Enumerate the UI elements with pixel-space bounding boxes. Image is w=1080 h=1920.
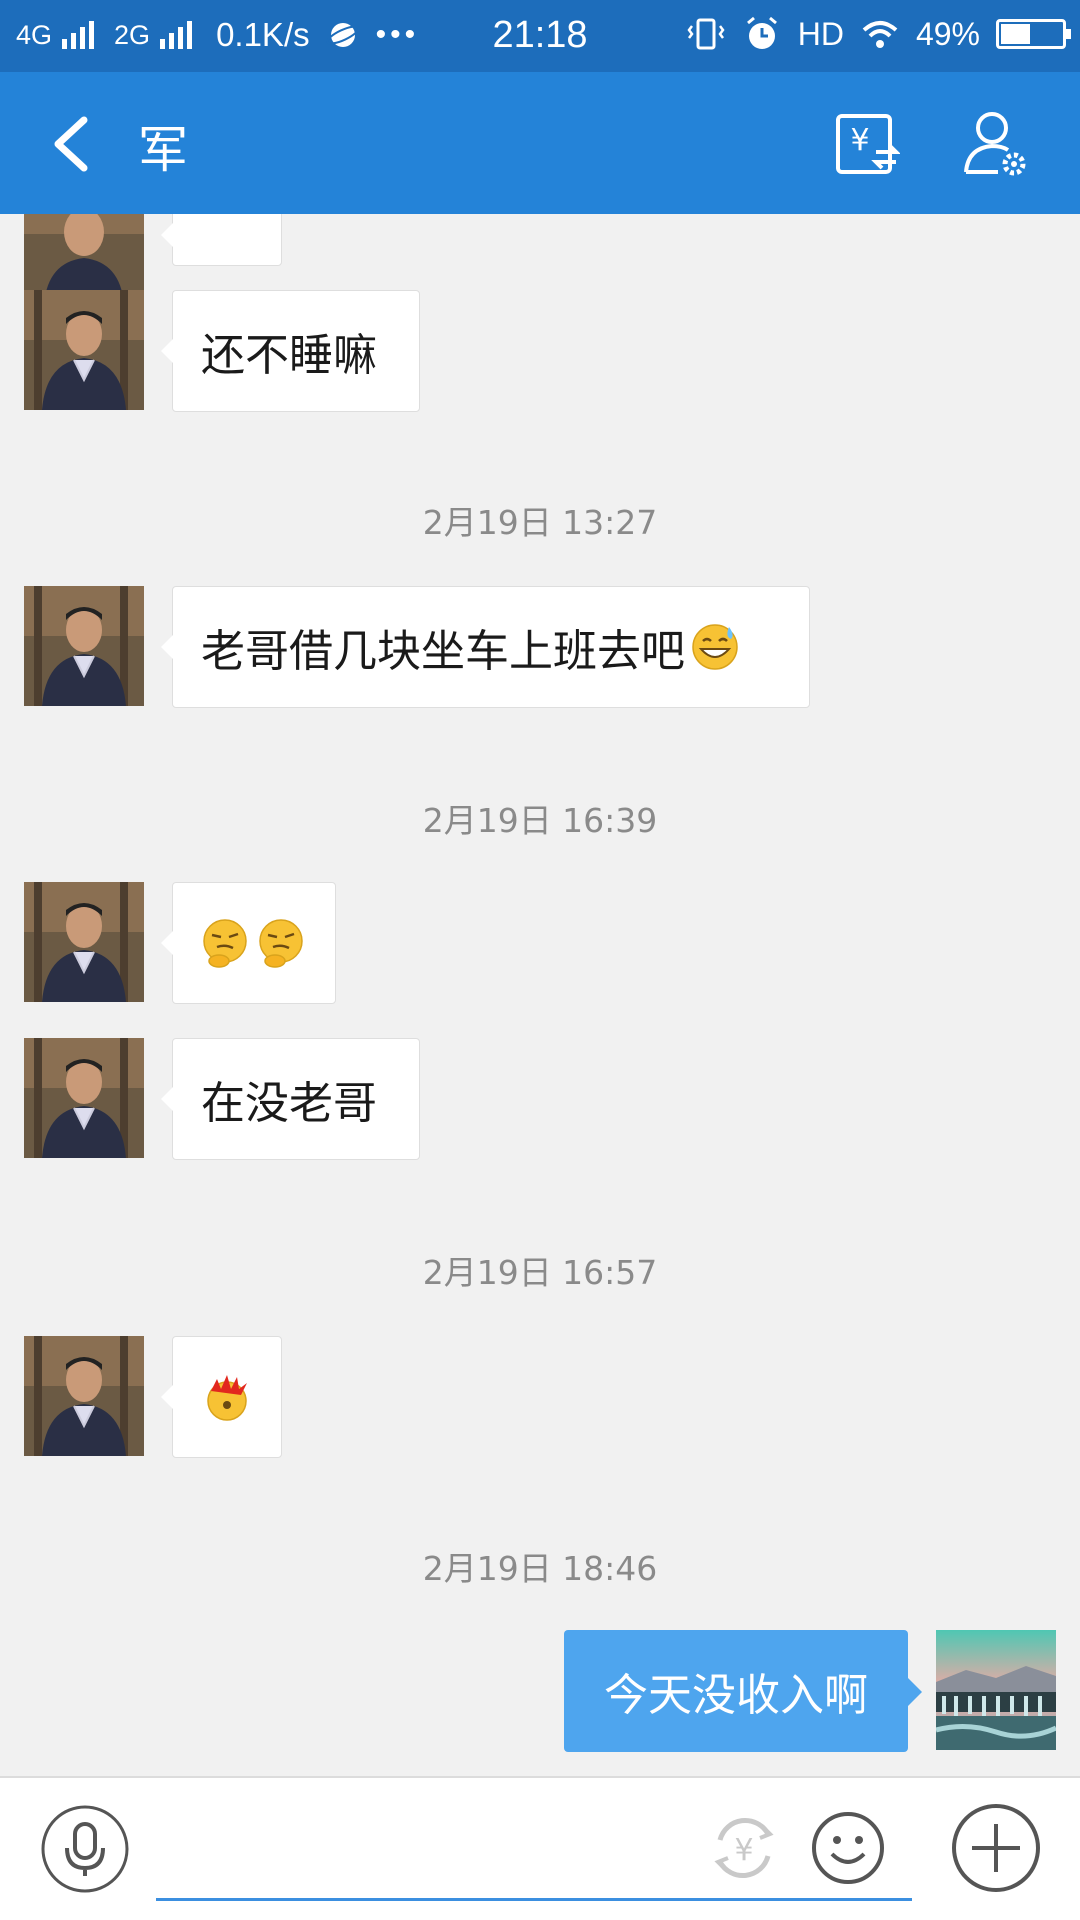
timestamp: 2月19日 18:46 <box>422 1549 658 1588</box>
timestamp: 2月19日 16:39 <box>422 801 658 840</box>
message-bubble[interactable]: 在没老哥 <box>161 1038 420 1160</box>
contact-avatar[interactable] <box>24 586 144 706</box>
outgoing-message-bubble[interactable]: 今天没收入啊 <box>564 1630 922 1752</box>
yuan-transfer-icon[interactable]: ¥ <box>832 110 900 178</box>
contact-avatar[interactable] <box>24 1038 144 1158</box>
message-bubble[interactable] <box>161 882 336 1004</box>
battery-fill <box>1001 24 1030 44</box>
contact-avatar[interactable] <box>24 1336 144 1456</box>
message-bubble[interactable] <box>161 214 282 266</box>
exploding-head-emoji-icon <box>207 1375 247 1421</box>
status-bar: 4G 2G 0.1K/s ••• 21:18 HD 49% <box>0 0 1080 72</box>
status-right: HD 49% <box>686 14 1071 54</box>
wifi-icon <box>862 21 898 48</box>
hd-label: HD <box>797 15 844 52</box>
message-text: 在没老哥 <box>201 1078 377 1129</box>
message-bubble[interactable]: 还不睡嘛 <box>161 290 420 412</box>
message-text: 老哥借几块坐车上班去吧 <box>201 626 685 677</box>
svg-text:¥: ¥ <box>850 123 869 158</box>
input-underline <box>156 1898 912 1901</box>
contact-name: 军 <box>138 121 188 179</box>
user-settings-icon[interactable] <box>962 108 1030 178</box>
microphone-icon[interactable] <box>40 1804 130 1894</box>
smiley-icon[interactable] <box>808 1808 888 1888</box>
message-text: 还不睡嘛 <box>201 330 377 381</box>
message-bubble[interactable] <box>161 1336 282 1458</box>
message-text: 今天没收入啊 <box>604 1670 868 1721</box>
battery-icon <box>996 19 1071 49</box>
message-bubble[interactable]: 老哥借几块坐车上班去吧 <box>161 586 810 708</box>
message-list[interactable]: 还不睡嘛 2月19日 13:27 老哥借几块坐车上班去吧 2月19日 16:39 <box>0 214 1080 1776</box>
timestamp: 2月19日 13:27 <box>422 503 658 542</box>
contact-avatar[interactable] <box>24 290 144 410</box>
chat-header: 军 ¥ <box>0 72 1080 214</box>
sweat-grin-emoji-icon <box>692 624 738 670</box>
message-input[interactable] <box>156 1808 700 1896</box>
my-avatar[interactable] <box>936 1630 1056 1750</box>
input-bar: ¥ <box>0 1776 1080 1920</box>
thinking-face-emoji-icon <box>259 919 303 968</box>
yuan-transfer-icon[interactable]: ¥ <box>706 1810 782 1886</box>
timestamp: 2月19日 16:57 <box>422 1253 658 1292</box>
thinking-face-emoji-icon <box>203 919 247 968</box>
plus-icon[interactable] <box>950 1802 1042 1894</box>
alarm-icon <box>746 16 777 49</box>
vibrate-icon <box>687 18 725 50</box>
contact-avatar[interactable] <box>24 882 144 1002</box>
battery-percent: 49% <box>915 15 980 52</box>
svg-text:¥: ¥ <box>734 1833 753 1868</box>
back-chevron-icon[interactable] <box>44 114 98 174</box>
